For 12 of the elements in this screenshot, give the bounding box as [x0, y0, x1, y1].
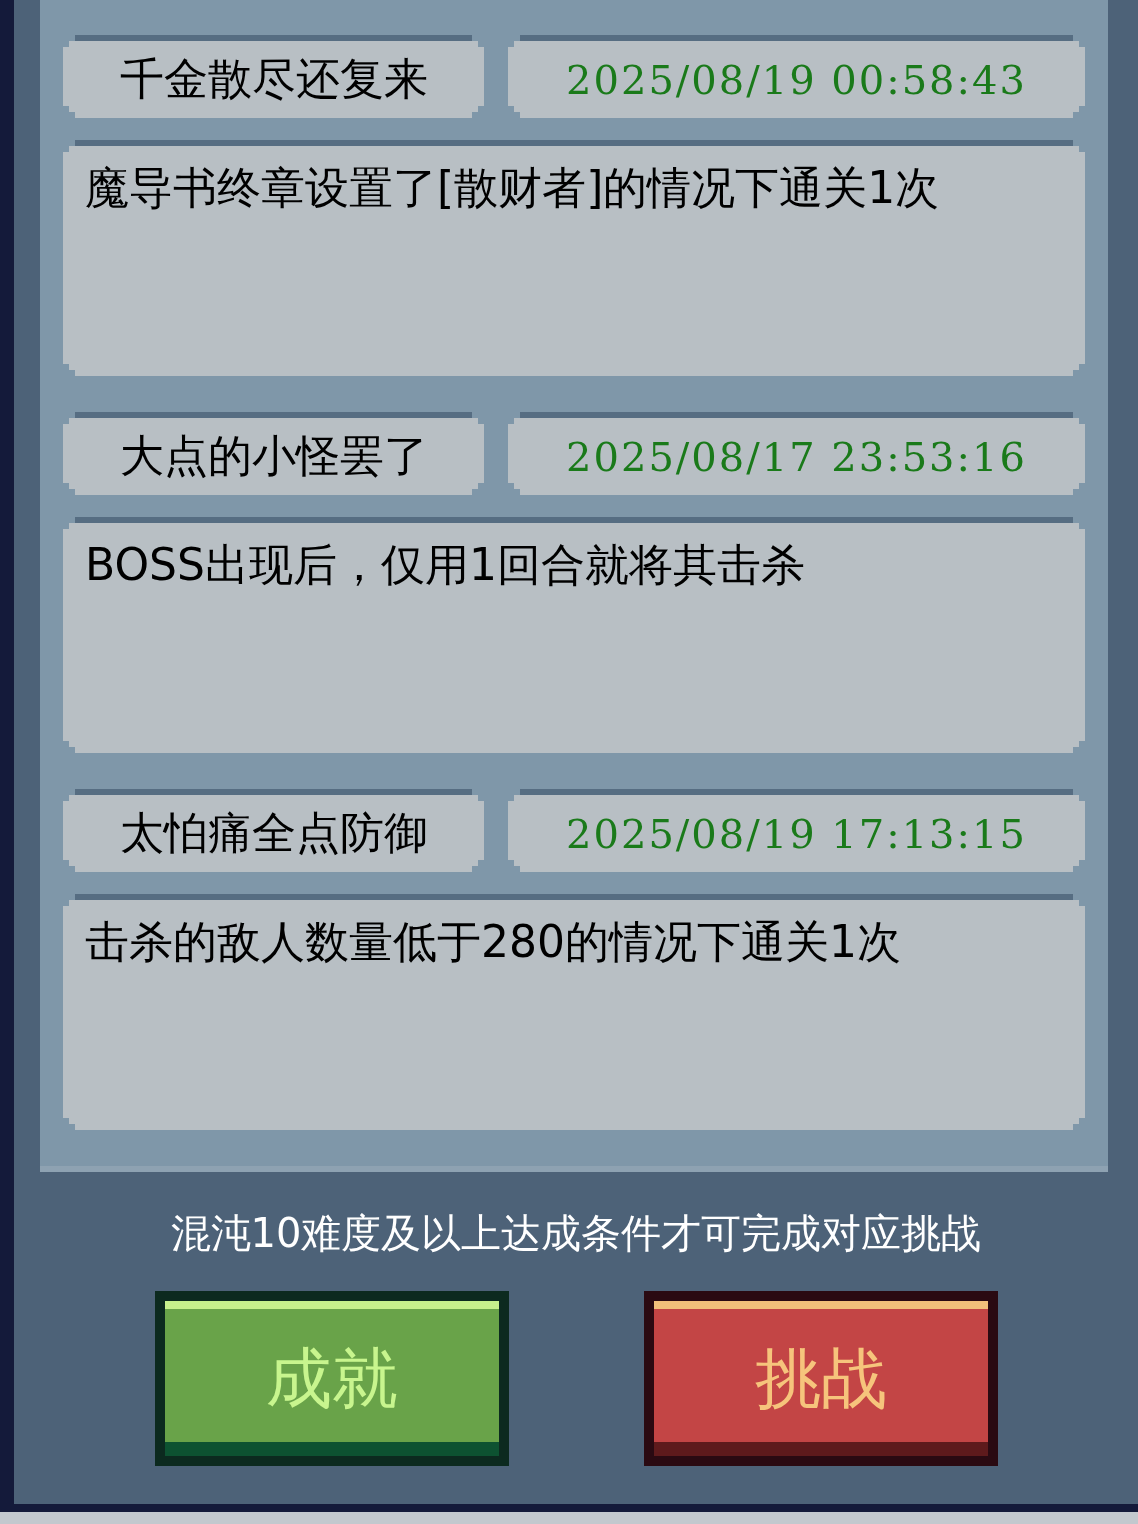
record-time: 2025/08/19 17:13:15 — [508, 789, 1085, 872]
record-title: 大点的小怪罢了 — [63, 412, 484, 495]
record-title: 太怕痛全点防御 — [63, 789, 484, 872]
record-description: BOSS出现后，仅用1回合就将其击杀 — [63, 517, 1085, 753]
challenge-button[interactable]: 挑战 — [643, 1291, 998, 1466]
achievement-button[interactable]: 成就 — [154, 1291, 509, 1466]
hint-text: 混沌10难度及以上达成条件才可完成对应挑战 — [169, 1209, 983, 1258]
record-time: 2025/08/17 23:53:16 — [508, 412, 1085, 495]
record-description: 魔导书终章设置了[散财者]的情况下通关1次 — [63, 140, 1085, 376]
record-description: 击杀的敌人数量低于280的情况下通关1次 — [63, 894, 1085, 1130]
record-time: 2025/08/19 00:58:43 — [508, 35, 1085, 118]
record-title: 千金散尽还复来 — [63, 35, 484, 118]
